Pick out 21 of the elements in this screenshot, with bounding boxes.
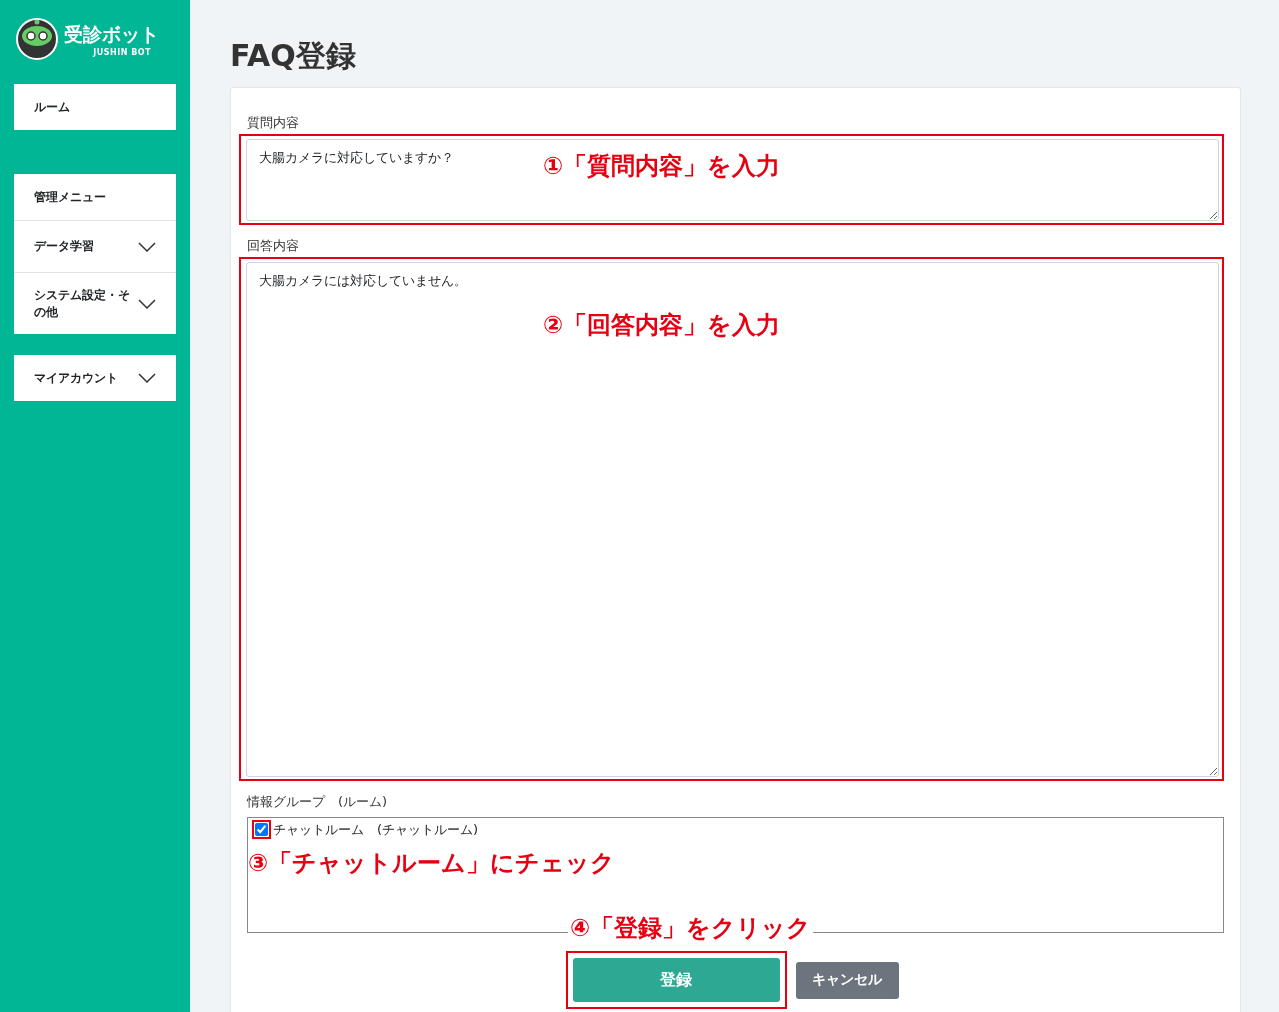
annotation-text: ②「回答内容」を入力 xyxy=(542,310,782,341)
sidebar-item[interactable]: データ学習 xyxy=(14,220,176,272)
chevron-down-icon xyxy=(138,241,156,252)
chevron-down-icon xyxy=(138,298,156,309)
page-title: FAQ登録 xyxy=(230,37,357,75)
annotation-text: ①「質問内容」を入力 xyxy=(542,151,782,182)
field-label: 回答内容 xyxy=(247,237,300,255)
robot-logo-icon xyxy=(16,18,58,60)
field-label: 情報グループ (ルーム) xyxy=(247,793,389,811)
chevron-down-icon xyxy=(138,373,156,383)
logo-title: 受診ボット xyxy=(64,21,159,47)
annotation-text: ③「チャットルーム」にチェック xyxy=(248,848,617,879)
checkbox-label: チャットルーム (チャットルーム) xyxy=(273,820,479,839)
field-label: 質問内容 xyxy=(247,114,300,132)
sidebar-item[interactable]: ルーム xyxy=(14,84,176,130)
cancel-button[interactable]: キャンセル xyxy=(795,961,899,999)
sidebar-item[interactable]: マイアカウント xyxy=(14,355,176,401)
sidebar-item[interactable]: 管理メニュー xyxy=(14,174,176,220)
logo-subtitle: JUSHIN BOT xyxy=(93,47,151,57)
sidebar-item[interactable]: システム設定・その他 xyxy=(14,272,176,334)
checkbox[interactable] xyxy=(255,823,268,836)
